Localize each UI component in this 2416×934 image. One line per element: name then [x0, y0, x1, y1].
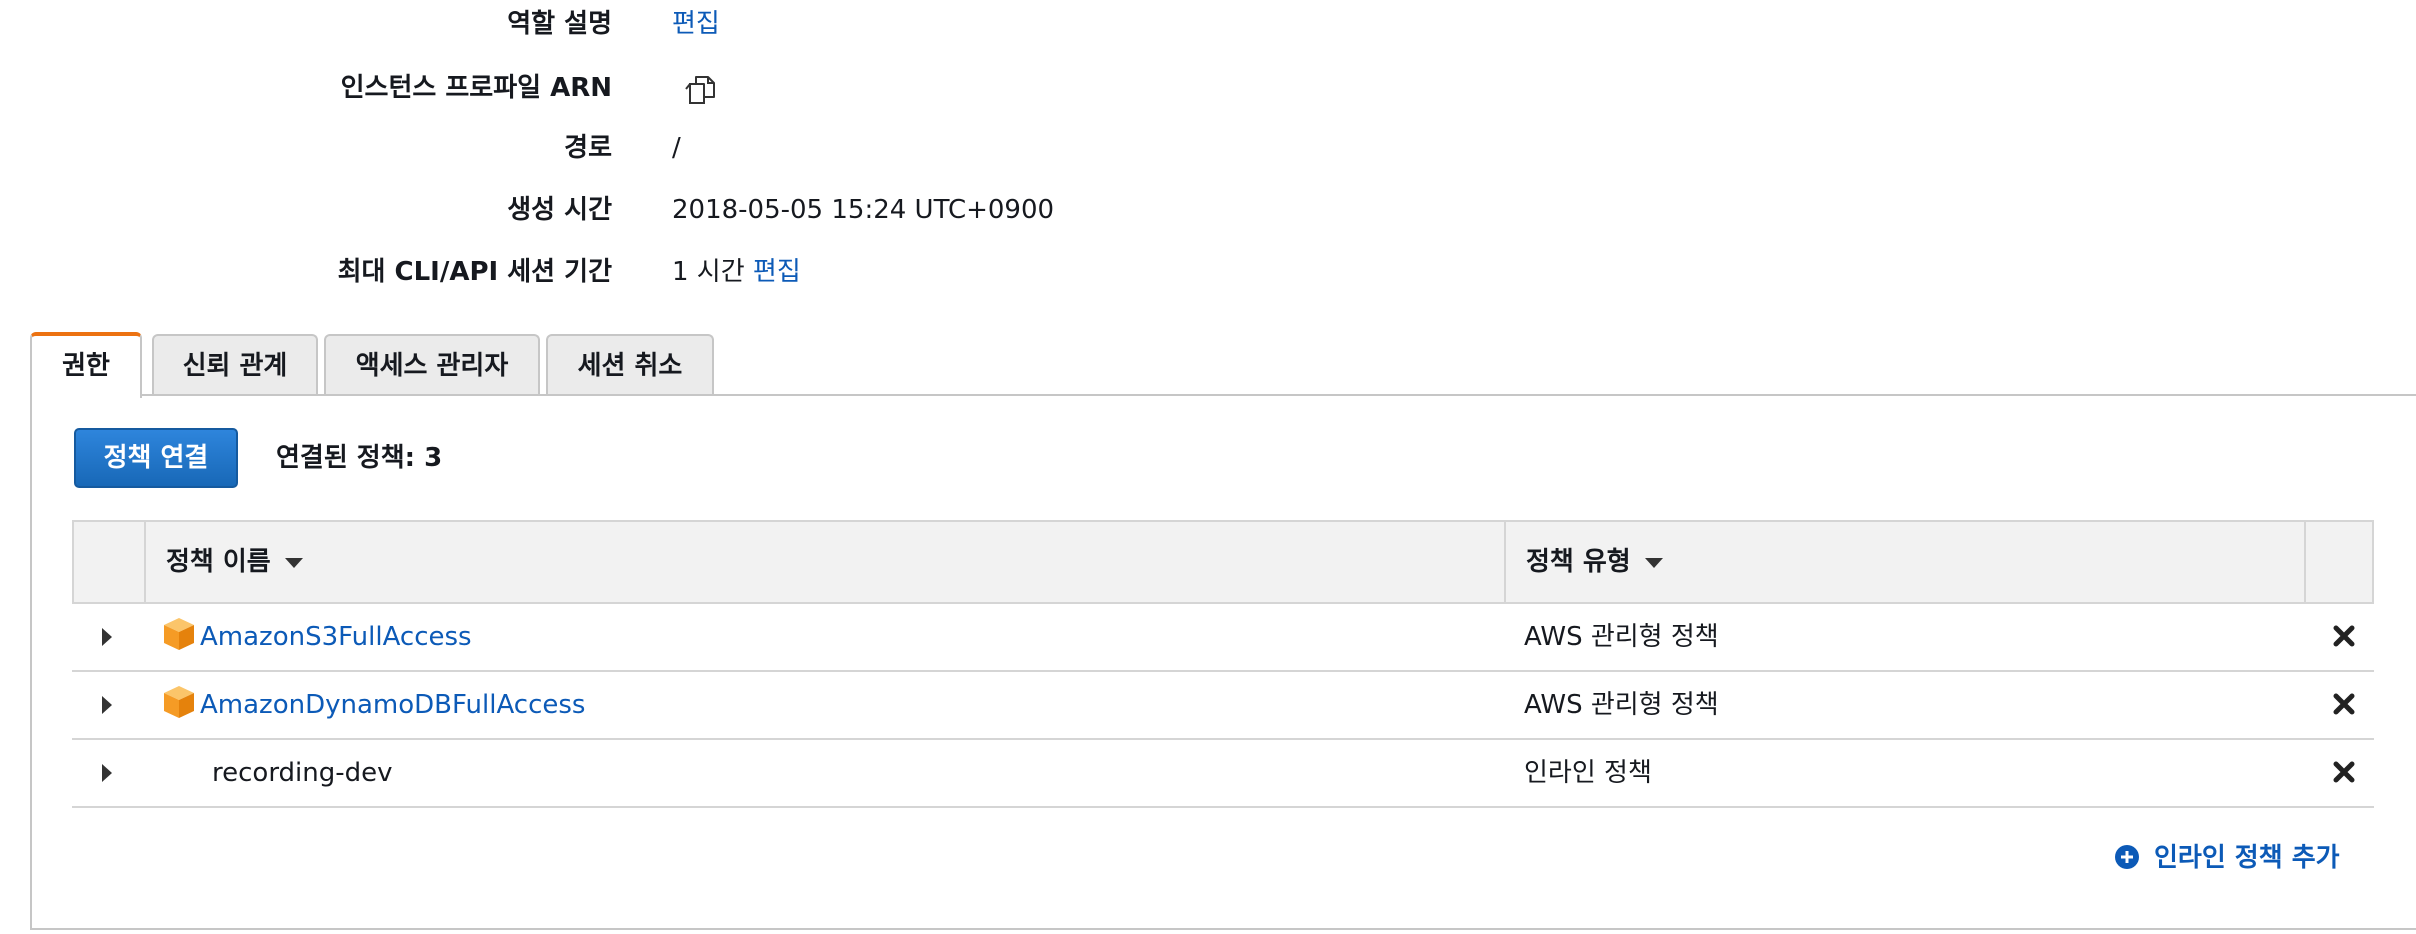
- policy-type: AWS 관리형 정책: [1524, 622, 1719, 652]
- sort-caret-down-icon[interactable]: [1644, 557, 1663, 568]
- max-session-value: 1 시간: [672, 257, 745, 287]
- creation-time-value: 2018-05-05 15:24 UTC+0900: [672, 195, 1055, 225]
- role-description-row: 역할 설명 편집: [0, 4, 1400, 44]
- max-session-label: 최대 CLI/API 세션 기간: [337, 257, 612, 287]
- path-row: 경로 /: [0, 128, 1400, 168]
- attach-policies-button[interactable]: 정책 연결: [74, 428, 238, 488]
- max-session-row: 최대 CLI/API 세션 기간 1 시간 편집: [0, 252, 1400, 292]
- tab-revoke-sessions[interactable]: 세션 취소: [546, 334, 714, 394]
- column-divider: [144, 522, 146, 602]
- add-inline-policy-link[interactable]: 인라인 정책 추가: [2114, 838, 2340, 878]
- column-divider: [1504, 522, 1506, 602]
- max-session-value-group: 1 시간 편집: [672, 252, 801, 292]
- remove-policy-icon[interactable]: [2332, 760, 2356, 784]
- column-header-policy-name[interactable]: 정책 이름: [166, 522, 303, 602]
- column-header-policy-name-label: 정책 이름: [166, 547, 271, 577]
- policy-name-link[interactable]: AmazonS3FullAccess: [200, 604, 472, 670]
- tab-trust-relationships[interactable]: 신뢰 관계: [152, 334, 318, 394]
- policy-type: 인라인 정책: [1524, 758, 1652, 788]
- remove-policy-icon[interactable]: [2332, 624, 2356, 648]
- copy-icon[interactable]: [682, 72, 718, 108]
- attached-policies-count: 연결된 정책: 3: [276, 443, 443, 473]
- column-divider: [2304, 522, 2306, 602]
- expand-caret-right-icon[interactable]: [102, 764, 112, 782]
- table-row: AmazonDynamoDBFullAccess AWS 관리형 정책: [72, 672, 2374, 740]
- add-circle-icon: [2115, 845, 2139, 869]
- permissions-panel: 정책 연결 연결된 정책: 3 정책 이름 정책 유형 AmazonS3Full…: [30, 394, 2416, 930]
- table-row: AmazonS3FullAccess AWS 관리형 정책: [72, 604, 2374, 672]
- path-value: /: [672, 133, 681, 163]
- column-header-policy-type[interactable]: 정책 유형: [1526, 522, 1663, 602]
- tab-access-advisor[interactable]: 액세스 관리자: [324, 334, 540, 394]
- remove-policy-icon[interactable]: [2332, 692, 2356, 716]
- table-header: 정책 이름 정책 유형: [72, 520, 2374, 604]
- instance-profile-arn-row: 인스턴스 프로파일 ARN: [0, 68, 1400, 108]
- instance-profile-arn-label: 인스턴스 프로파일 ARN: [340, 73, 612, 103]
- creation-time-label: 생성 시간: [507, 195, 612, 225]
- expand-caret-right-icon[interactable]: [102, 628, 112, 646]
- path-label: 경로: [564, 133, 612, 163]
- add-inline-policy-label: 인라인 정책 추가: [2154, 843, 2340, 873]
- column-header-policy-type-label: 정책 유형: [1526, 547, 1631, 577]
- policy-name-link[interactable]: AmazonDynamoDBFullAccess: [200, 672, 585, 738]
- tab-permissions[interactable]: 권한: [30, 332, 142, 398]
- table-row: recording-dev 인라인 정책: [72, 740, 2374, 808]
- creation-time-row: 생성 시간 2018-05-05 15:24 UTC+0900: [0, 190, 1400, 230]
- policy-name: recording-dev: [212, 758, 393, 788]
- aws-box-icon: [164, 686, 194, 718]
- role-description-edit-link[interactable]: 편집: [672, 4, 720, 44]
- aws-box-icon: [164, 618, 194, 650]
- max-session-edit-link[interactable]: 편집: [753, 257, 801, 287]
- role-description-label: 역할 설명: [507, 9, 612, 39]
- sort-caret-down-icon[interactable]: [284, 557, 303, 568]
- policy-type: AWS 관리형 정책: [1524, 690, 1719, 720]
- expand-caret-right-icon[interactable]: [102, 696, 112, 714]
